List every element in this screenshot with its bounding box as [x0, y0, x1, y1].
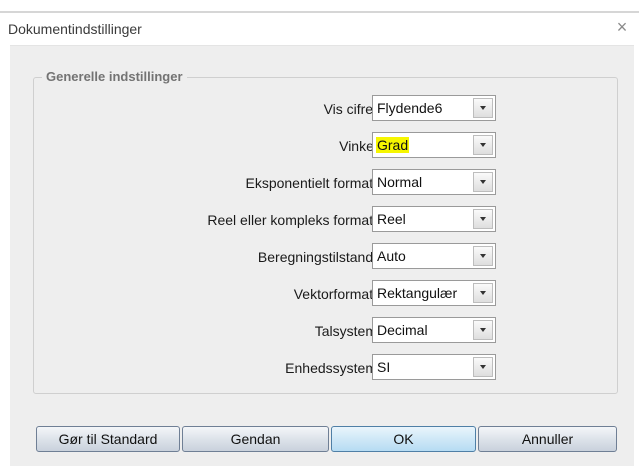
setting-label: Talsystem — [314, 323, 377, 339]
window-title: Dokumentindstillinger — [8, 21, 142, 37]
setting-row-real-or-complex: Reel eller kompleks format: Reel — [34, 206, 617, 234]
dropdown-value: Flydende6 — [377, 100, 443, 116]
dropdown-value: Auto — [377, 248, 406, 264]
background-window-edge — [0, 0, 639, 13]
angle-dropdown[interactable]: Grad — [372, 132, 496, 158]
setting-label: Enhedssystem — [285, 360, 377, 376]
chevron-down-icon[interactable] — [473, 135, 493, 155]
background-window-fragment — [86, 0, 106, 4]
number-system-dropdown[interactable]: Decimal — [372, 317, 496, 343]
setting-label: Reel eller kompleks format: — [207, 212, 377, 228]
dropdown-value: Decimal — [377, 322, 428, 338]
chevron-down-icon[interactable] — [473, 246, 493, 266]
dropdown-value: Grad — [376, 137, 410, 153]
display-digits-dropdown[interactable]: Flydende6 — [372, 95, 496, 121]
chevron-down-icon[interactable] — [473, 172, 493, 192]
setting-row-unit-system: Enhedssystem SI — [34, 354, 617, 382]
setting-label: Vektorformat: — [293, 286, 377, 302]
titlebar[interactable]: Dokumentindstillinger × — [0, 13, 639, 45]
setting-label: Beregningstilstand: — [257, 249, 377, 265]
setting-row-vector-format: Vektorformat: Rektangulær — [34, 280, 617, 308]
restore-button[interactable]: Gendan — [182, 426, 329, 452]
dropdown-value: Rektangulær — [377, 285, 458, 301]
unit-system-dropdown[interactable]: SI — [372, 354, 496, 380]
setting-label: Vis cifre: — [323, 101, 377, 117]
setting-row-calculation-mode: Beregningstilstand: Auto — [34, 243, 617, 271]
dialog-body: Generelle indstillinger Vis cifre: Flyde… — [10, 45, 634, 466]
general-settings-group: Generelle indstillinger Vis cifre: Flyde… — [33, 69, 618, 394]
setting-row-display-digits: Vis cifre: Flydende6 — [34, 95, 617, 123]
cancel-button[interactable]: Annuller — [478, 426, 617, 452]
chevron-down-icon[interactable] — [473, 283, 493, 303]
vector-format-dropdown[interactable]: Rektangulær — [372, 280, 496, 306]
setting-row-angle: Vinkel Grad — [34, 132, 617, 160]
calculation-mode-dropdown[interactable]: Auto — [372, 243, 496, 269]
setting-row-number-system: Talsystem Decimal — [34, 317, 617, 345]
group-legend: Generelle indstillinger — [42, 69, 187, 84]
make-default-button[interactable]: Gør til Standard — [36, 426, 180, 452]
chevron-down-icon[interactable] — [473, 320, 493, 340]
setting-row-exponential-format: Eksponentielt format: Normal — [34, 169, 617, 197]
real-or-complex-dropdown[interactable]: Reel — [372, 206, 496, 232]
ok-button[interactable]: OK — [331, 426, 476, 452]
chevron-down-icon[interactable] — [473, 209, 493, 229]
close-icon[interactable]: × — [613, 18, 631, 36]
chevron-down-icon[interactable] — [473, 357, 493, 377]
dropdown-value: Reel — [377, 211, 406, 227]
chevron-down-icon[interactable] — [473, 98, 493, 118]
exponential-format-dropdown[interactable]: Normal — [372, 169, 496, 195]
setting-label: Eksponentielt format: — [245, 175, 377, 191]
dropdown-value: Normal — [377, 174, 423, 190]
dropdown-value: SI — [377, 359, 391, 375]
